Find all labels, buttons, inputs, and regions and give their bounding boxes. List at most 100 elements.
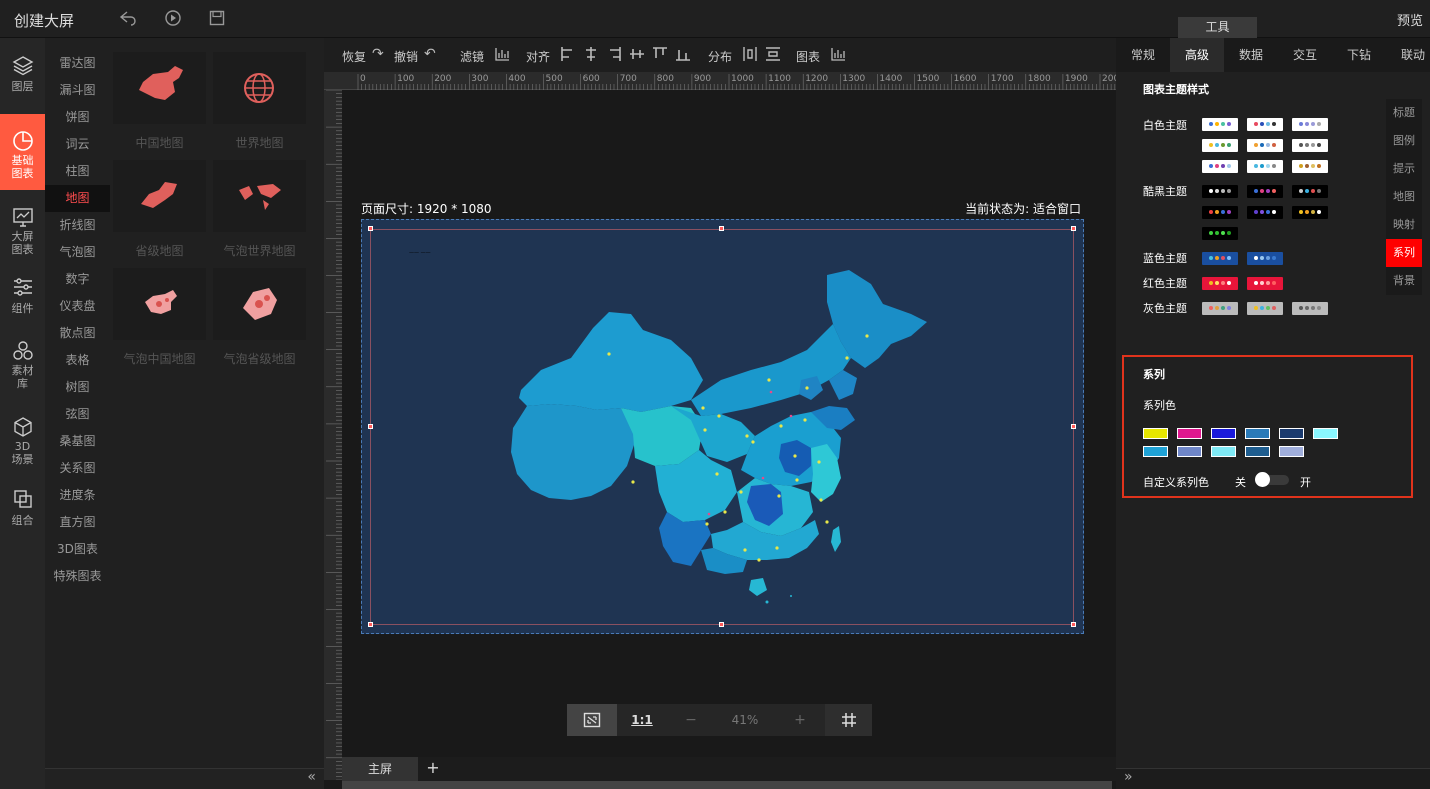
theme-swatch[interactable] [1202,160,1238,173]
series-color-swatch[interactable] [1177,446,1202,457]
distribute-h-icon[interactable] [742,46,758,66]
theme-swatch[interactable] [1247,139,1283,152]
properties-tab[interactable]: 高级 [1170,38,1224,72]
theme-swatch[interactable] [1202,277,1238,290]
theme-swatch[interactable] [1292,139,1328,152]
align-vcenter-icon[interactable] [629,46,645,66]
side-tab[interactable]: 映射 [1386,211,1422,239]
category-item[interactable]: 弦图 [45,401,110,428]
resize-handle[interactable] [368,226,373,231]
filter-button[interactable]: 滤镜 [460,48,484,65]
thumb-china-map[interactable] [113,52,206,124]
series-color-swatch[interactable] [1245,446,1270,457]
theme-swatch[interactable] [1202,227,1238,240]
theme-swatch[interactable] [1202,252,1238,265]
horizontal-ruler[interactable]: 0 100 200 300 400 500 600 700 800 900 1000 1100 1200… [324,72,1119,90]
category-item[interactable]: 直方图 [45,509,110,536]
properties-tab[interactable]: 下钻 [1332,38,1386,72]
zoom-in-button[interactable]: + [775,704,825,736]
play-icon[interactable] [163,9,183,29]
theme-swatch[interactable] [1247,206,1283,219]
resize-handle[interactable] [1071,622,1076,627]
collapse-left-icon[interactable]: « [307,769,316,785]
side-tab[interactable]: 背景 [1386,267,1422,295]
resize-handle[interactable] [1071,424,1076,429]
add-page-button[interactable]: + [422,757,444,781]
category-item[interactable]: 关系图 [45,455,110,482]
theme-swatch[interactable] [1292,185,1328,198]
grid-toggle-button[interactable] [825,704,872,736]
undo-button[interactable]: 撤销 [394,48,418,65]
category-item[interactable]: 地图 [45,185,110,212]
resize-handle[interactable] [368,424,373,429]
nav-basic-charts[interactable]: 基础 图表 [0,114,45,190]
align-left-icon[interactable] [560,46,576,66]
custom-color-toggle[interactable] [1255,472,1289,487]
category-item[interactable]: 柱图 [45,158,110,185]
side-tab[interactable]: 图例 [1386,127,1422,155]
side-tab[interactable]: 标题 [1386,99,1422,127]
resize-handle[interactable] [1071,226,1076,231]
series-color-swatch[interactable] [1211,446,1236,457]
one-to-one-button[interactable]: 1:1 [617,704,667,736]
theme-swatch[interactable] [1247,118,1283,131]
series-color-swatch[interactable] [1143,428,1168,439]
nav-materials[interactable]: 素材 库 [0,324,45,394]
back-icon[interactable] [118,9,138,29]
toggle-knob[interactable] [1255,472,1270,487]
vertical-ruler[interactable] [324,89,342,788]
theme-swatch[interactable] [1247,302,1283,315]
theme-swatch[interactable] [1247,185,1283,198]
chart-button[interactable]: 图表 [796,48,820,65]
horizontal-scrollbar[interactable] [342,781,1112,789]
thumb-province-map[interactable] [113,160,206,232]
theme-swatch[interactable] [1202,206,1238,219]
category-item[interactable]: 表格 [45,347,110,374]
align-center-icon[interactable] [583,46,599,66]
category-item[interactable]: 漏斗图 [45,77,110,104]
map-chart-widget[interactable]: —— —— [370,229,1074,625]
series-color-swatch[interactable] [1245,428,1270,439]
nav-3d-scene[interactable]: 3D 场景 [0,400,45,470]
zoom-out-button[interactable]: − [667,704,715,736]
nav-screen-charts[interactable]: 大屏 图表 [0,190,45,260]
theme-swatch[interactable] [1292,160,1328,173]
theme-swatch[interactable] [1292,118,1328,131]
distribute-button[interactable]: 分布 [708,48,732,65]
thumb-bubble-world-map[interactable] [213,160,306,232]
theme-swatch[interactable] [1247,277,1283,290]
category-item[interactable]: 词云 [45,131,110,158]
theme-swatch[interactable] [1202,185,1238,198]
category-item[interactable]: 桑基图 [45,428,110,455]
properties-tab[interactable]: 联动 [1386,38,1430,72]
properties-tab[interactable]: 数据 [1224,38,1278,72]
resize-handle[interactable] [368,622,373,627]
undo-icon[interactable]: ↶ [424,46,436,62]
align-top-icon[interactable] [652,46,668,66]
nav-components[interactable]: 组件 [0,260,45,320]
side-tab[interactable]: 提示 [1386,155,1422,183]
theme-swatch[interactable] [1202,118,1238,131]
properties-tab[interactable]: 常规 [1116,38,1170,72]
nav-layers[interactable]: 图层 [0,38,45,98]
properties-tab[interactable]: 交互 [1278,38,1332,72]
redo-icon[interactable]: ↷ [372,46,384,62]
collapse-right-icon[interactable]: » [1124,769,1133,785]
category-item[interactable]: 散点图 [45,320,110,347]
thumb-bubble-china-map[interactable] [113,268,206,340]
distribute-v-icon[interactable] [765,46,781,66]
side-tab[interactable]: 地图 [1386,183,1422,211]
page-tab-main[interactable]: 主屏 [342,757,418,781]
category-item[interactable]: 数字 [45,266,110,293]
filter-chart-icon[interactable] [494,46,510,66]
category-item[interactable]: 特殊图表 [45,563,110,590]
category-item[interactable]: 折线图 [45,212,110,239]
category-item[interactable]: 饼图 [45,104,110,131]
align-right-icon[interactable] [606,46,622,66]
series-color-swatch[interactable] [1279,428,1304,439]
series-color-swatch[interactable] [1211,428,1236,439]
save-icon[interactable] [207,9,227,29]
resize-handle[interactable] [719,226,724,231]
screen-board[interactable]: —— —— [361,219,1084,634]
theme-swatch[interactable] [1202,139,1238,152]
